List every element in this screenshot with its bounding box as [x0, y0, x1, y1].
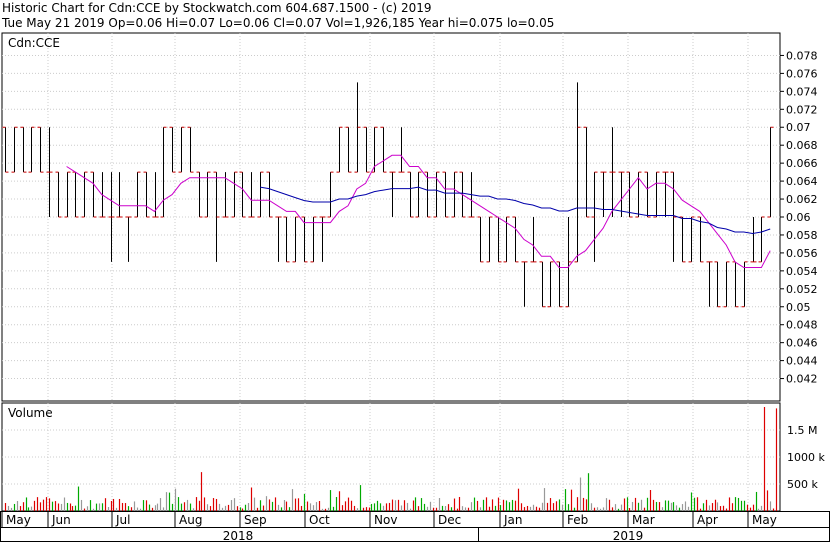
price-tick-label: 0.07 — [786, 121, 811, 134]
price-tick-label: 0.052 — [786, 283, 818, 296]
symbol-label: Cdn:CCE — [8, 36, 60, 50]
month-label: Jun — [51, 513, 71, 527]
month-label: Nov — [374, 513, 397, 527]
volume-tick-label: 1000 k — [787, 451, 825, 464]
month-label: Mar — [632, 513, 655, 527]
volume-label: Volume — [8, 406, 53, 420]
price-tick-label: 0.066 — [786, 157, 818, 170]
volume-tick-label: 500 k — [787, 478, 818, 491]
month-label: Oct — [309, 513, 330, 527]
month-label: Aug — [179, 513, 202, 527]
price-tick-label: 0.044 — [786, 355, 818, 368]
month-label: May — [6, 513, 31, 527]
price-tick-label: 0.068 — [786, 139, 818, 152]
month-label: Apr — [697, 513, 718, 527]
month-label: Feb — [567, 513, 588, 527]
month-label: May — [752, 513, 777, 527]
volume-tick-label: 1.5 M — [787, 424, 817, 437]
price-tick-label: 0.06 — [786, 211, 811, 224]
price-tick-label: 0.074 — [786, 85, 818, 98]
price-tick-label: 0.042 — [786, 373, 818, 386]
price-tick-label: 0.062 — [786, 193, 818, 206]
price-tick-label: 0.048 — [786, 319, 818, 332]
price-tick-label: 0.054 — [786, 265, 818, 278]
price-tick-label: 0.058 — [786, 229, 818, 242]
month-label: Jul — [115, 513, 130, 527]
stock-chart: 0.078 0.076 0.074 0.072 0.07 0.068 0.066 0.064 0… — [0, 32, 830, 543]
price-tick-label: 0.05 — [786, 301, 811, 314]
price-tick-label: 0.064 — [786, 175, 818, 188]
year-label: 2018 — [223, 529, 254, 543]
price-tick-label: 0.046 — [786, 337, 818, 350]
price-tick-label: 0.056 — [786, 247, 818, 260]
month-label: Dec — [438, 513, 461, 527]
price-tick-label: 0.078 — [786, 49, 818, 62]
month-label: Jan — [503, 513, 523, 527]
year-label: 2019 — [613, 529, 644, 543]
price-tick-label: 0.076 — [786, 67, 818, 80]
month-label: Sep — [244, 513, 267, 527]
volume-panel-frame — [1, 402, 781, 512]
price-tick-label: 0.072 — [786, 103, 818, 116]
